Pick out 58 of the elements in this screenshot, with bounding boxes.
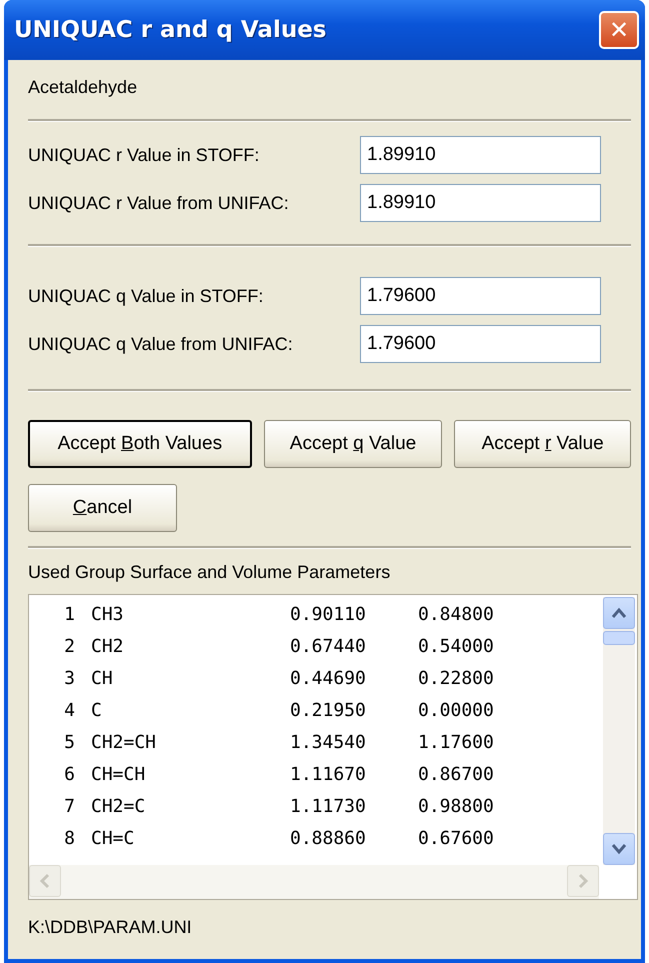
list-cell-text: 3 [63, 666, 75, 690]
field-label: UNIQUAC r Value from UNIFAC: [28, 192, 289, 214]
list-cell-text: CH2 [91, 634, 125, 658]
scroll-left-button[interactable] [29, 865, 61, 897]
list-cell-text: CH2=C [91, 794, 146, 818]
list-cell-text: 0.98800 [418, 794, 494, 818]
list-cell-text: 0.90110 [290, 602, 367, 626]
list-cell-text: 1.11670 [290, 762, 367, 786]
chevron-icon [577, 873, 589, 889]
list-cell-text: 0.00000 [418, 698, 494, 722]
list-cell-text: CH3 [91, 602, 125, 626]
list-cell-text: 1.34540 [290, 730, 367, 754]
chevron-icon [39, 873, 51, 889]
field-label: UNIQUAC q Value from UNIFAC: [28, 332, 293, 356]
list-cell-text: 2 [63, 634, 75, 658]
list-cell-text: 0.44690 [290, 666, 367, 690]
list-cell-text: CH=C [91, 826, 136, 850]
list-cell-text: 8 [63, 826, 75, 850]
list-cell-text: 6 [63, 762, 75, 786]
action-button[interactable]: Cancel [28, 484, 177, 532]
list-cell-text: 0.21950 [290, 698, 367, 722]
action-button[interactable]: Accept Both Values [28, 420, 252, 468]
field-label: UNIQUAC r Value in STOFF: [28, 144, 260, 166]
chevron-icon [611, 843, 627, 855]
list-cell-text: 1.17600 [418, 730, 494, 754]
list-cell-text: 1 [63, 602, 75, 626]
list-cell-text: 0.67600 [418, 826, 494, 850]
list-cell-text: 1.11730 [290, 794, 367, 818]
scroll-up-button[interactable] [603, 597, 635, 629]
list-cell-text: 7 [63, 794, 75, 818]
action-button[interactable]: Accept r Value [454, 420, 631, 468]
list-title: Used Group Surface and Volume Parameters [28, 561, 392, 584]
field-label: UNIQUAC q Value in STOFF: [28, 284, 264, 308]
list-cell-text: 4 [63, 698, 75, 722]
horizontal-scrollbar[interactable] [29, 865, 599, 899]
list-cell-text: CH=CH [91, 762, 146, 786]
list-cell-text: C [91, 698, 103, 722]
value-field[interactable]: 1.89910 [360, 136, 601, 174]
value-field[interactable]: 1.79600 [360, 325, 601, 363]
list-cell-text: 0.54000 [418, 634, 494, 658]
list-cell-text: 0.67440 [290, 634, 367, 658]
list-cell-text: CH2=CH [91, 730, 158, 754]
window-title: UNIQUAC r and q Values [14, 16, 326, 45]
scroll-thumb[interactable] [603, 631, 635, 645]
list-cell-text: CH [91, 666, 114, 690]
chevron-icon [611, 607, 627, 619]
list-cell-text: 5 [63, 730, 75, 754]
list-cell-text: 0.86700 [418, 762, 494, 786]
list-cell-text: 0.22800 [418, 666, 494, 690]
action-button[interactable]: Accept q Value [264, 420, 442, 468]
list-cell-text: 0.84800 [418, 602, 494, 626]
value-field[interactable]: 1.79600 [360, 277, 601, 315]
vertical-scrollbar[interactable] [603, 597, 635, 865]
component-name: Acetaldehyde [28, 76, 138, 99]
list-cell-text: 0.88860 [290, 826, 367, 850]
scroll-down-button[interactable] [603, 833, 635, 865]
value-field[interactable]: 1.89910 [360, 184, 601, 222]
status-path: K:\DDB\PARAM.UNI [28, 916, 193, 939]
